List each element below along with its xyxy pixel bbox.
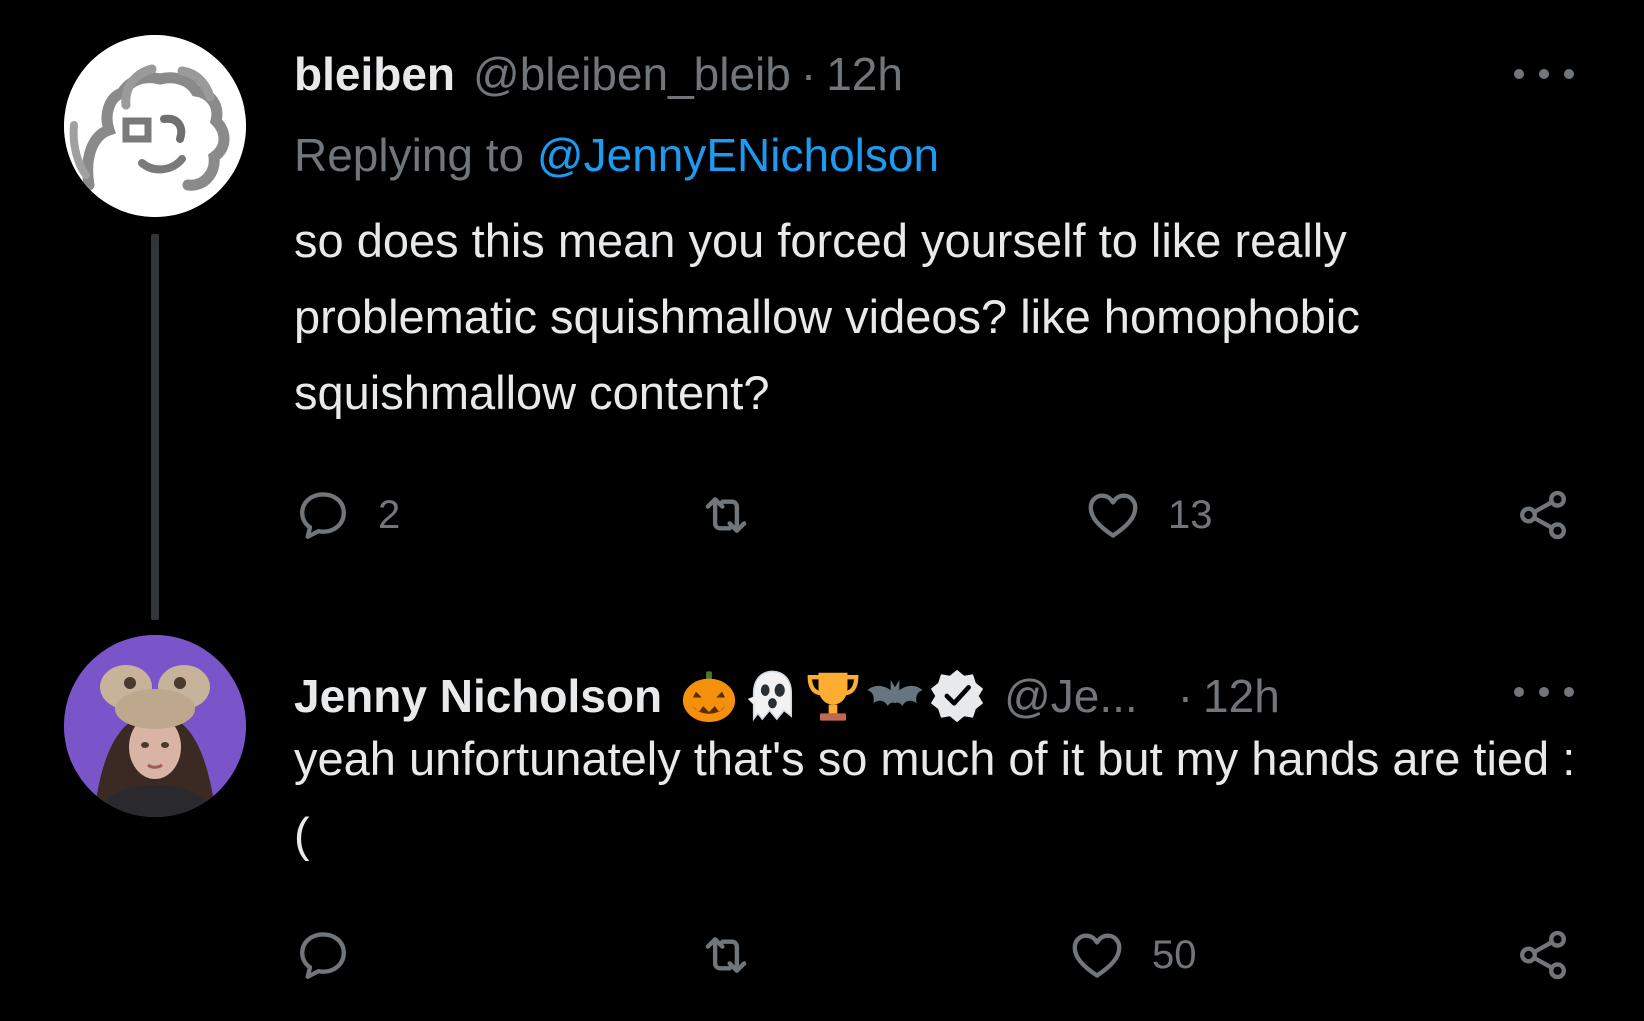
share-icon: [1520, 930, 1566, 980]
replying-prefix: Replying to: [294, 129, 525, 181]
reply-icon: [300, 932, 346, 979]
trophy-icon: [807, 672, 859, 721]
jack-o-lantern-icon: [682, 671, 736, 723]
replying-to: Replying to @JennyENicholson: [294, 128, 939, 182]
timestamp[interactable]: 12h: [1203, 669, 1280, 723]
reply-button[interactable]: 2: [294, 483, 400, 547]
heart-icon: [1072, 933, 1122, 978]
reply-count: 2: [378, 492, 401, 537]
bat-icon: [867, 680, 923, 707]
retweet-button[interactable]: [697, 483, 781, 547]
separator-dot: ·: [800, 48, 817, 100]
share-button[interactable]: [1514, 923, 1572, 987]
display-name[interactable]: Jenny Nicholson: [294, 669, 662, 723]
timestamp[interactable]: 12h: [826, 47, 903, 101]
user-handle[interactable]: @bleiben_bleib: [473, 47, 791, 101]
display-name[interactable]: bleiben: [294, 47, 455, 101]
like-count: 13: [1168, 492, 1213, 537]
verified-badge-icon: [930, 669, 984, 723]
share-button[interactable]: [1514, 483, 1572, 547]
avatar[interactable]: [64, 35, 246, 217]
tweet-actions: 2 13: [294, 483, 1584, 547]
share-icon: [1520, 490, 1566, 540]
heart-icon: [1088, 493, 1138, 538]
retweet-icon: [705, 497, 747, 533]
separator-dot: ·: [1177, 670, 1194, 722]
replying-to-handle-link[interactable]: @JennyENicholson: [537, 129, 939, 181]
photo-avatar-icon: [64, 635, 246, 817]
dot-icon: [1539, 69, 1549, 79]
user-handle[interactable]: @Je...: [1004, 669, 1138, 723]
dot-icon: [1514, 69, 1524, 79]
dot-icon: [1539, 687, 1549, 697]
thread-connector-line: [151, 234, 159, 620]
reply-icon: [300, 492, 346, 539]
more-options-button[interactable]: [1514, 54, 1574, 94]
tweet-header: bleiben @bleiben_bleib · 12h: [294, 44, 903, 104]
like-button[interactable]: 13: [1084, 483, 1213, 547]
tweet-text: yeah unfortunately that's so much of it …: [294, 732, 1576, 861]
like-button[interactable]: 50: [1068, 923, 1197, 987]
like-count: 50: [1152, 932, 1197, 977]
tweet-text: so does this mean you forced yourself to…: [294, 214, 1360, 419]
tweet[interactable]: Jenny Nicholson @Je... · 12h yeah unfort…: [0, 620, 1644, 1021]
retweet-icon: [705, 937, 747, 973]
dot-icon: [1564, 687, 1574, 697]
reply-button[interactable]: [294, 923, 378, 987]
dot-icon: [1564, 69, 1574, 79]
retweet-button[interactable]: [697, 923, 781, 987]
drawn-face-avatar-icon: [64, 35, 246, 217]
tweet-header: Jenny Nicholson @Je... · 12h: [294, 666, 1280, 726]
more-options-button[interactable]: [1514, 672, 1574, 712]
dot-icon: [1514, 687, 1524, 697]
avatar[interactable]: [64, 635, 246, 817]
tweet[interactable]: bleiben @bleiben_bleib · 12h Replying to…: [0, 0, 1644, 620]
tweet-actions: 50: [294, 923, 1584, 987]
ghost-icon: [747, 670, 793, 722]
